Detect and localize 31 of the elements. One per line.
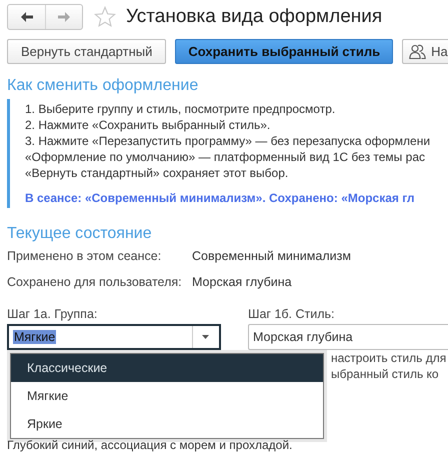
field-value: Морская глубина [192, 274, 292, 290]
left-arrow-icon [20, 12, 32, 22]
field-value: Современный минимализм [192, 248, 351, 264]
field-label: Сохранено для пользователя: [7, 274, 183, 290]
instruction-text: 2. Нажмите «Сохранить выбранный стиль». [25, 117, 272, 133]
field-label: Шаг 1а. Группа: [7, 307, 98, 321]
star-icon[interactable] [94, 6, 116, 28]
section-heading: Текущее состояние [7, 225, 153, 243]
field-label: Применено в этом сеансе: [7, 248, 162, 264]
save-style-button[interactable]: Сохранить выбранный стиль [175, 39, 394, 64]
dropdown-caret-icon [202, 335, 209, 339]
users-button[interactable]: На [402, 39, 448, 64]
reset-default-button[interactable]: Вернуть стандартный [7, 39, 166, 64]
instruction-text: 1. Выберите группу и стиль, посмотрите предпросмотр. [25, 101, 336, 117]
instruction-text: «Оформление по умолчанию» — платформенный вид 1С без темы рас [25, 149, 426, 165]
instruction-text: 3. Нажмите «Перезапустить программу» — без перезапуска оформлени [25, 133, 432, 149]
hint-text: настроить стиль для [331, 350, 448, 366]
right-arrow-icon [58, 12, 70, 22]
dropdown-option[interactable]: Мягкие [11, 382, 323, 410]
hint-text: ыбранный стиль ко [331, 366, 440, 382]
section-heading: Как сменить оформление [7, 77, 200, 95]
dropdown-option[interactable]: Яркие [11, 410, 323, 438]
style-input-field[interactable]: Морская глубина [248, 324, 448, 350]
people-icon [409, 44, 426, 59]
description-text: Глубокий синий, ассоциация с морем и прохладой. [7, 438, 294, 452]
window-title: Установка вида оформления [126, 6, 382, 28]
status-text: В сеансе: «Современный минимализм». Сохранено: «Морская гл [25, 190, 416, 206]
selected-text: Мягкие [13, 330, 56, 344]
dropdown-option[interactable]: Классические [11, 354, 323, 382]
instruction-text: «Вернуть стандартный» сохраняет этот выбор. [25, 165, 290, 181]
field-label: Шаг 1б. Стиль: [248, 307, 336, 321]
